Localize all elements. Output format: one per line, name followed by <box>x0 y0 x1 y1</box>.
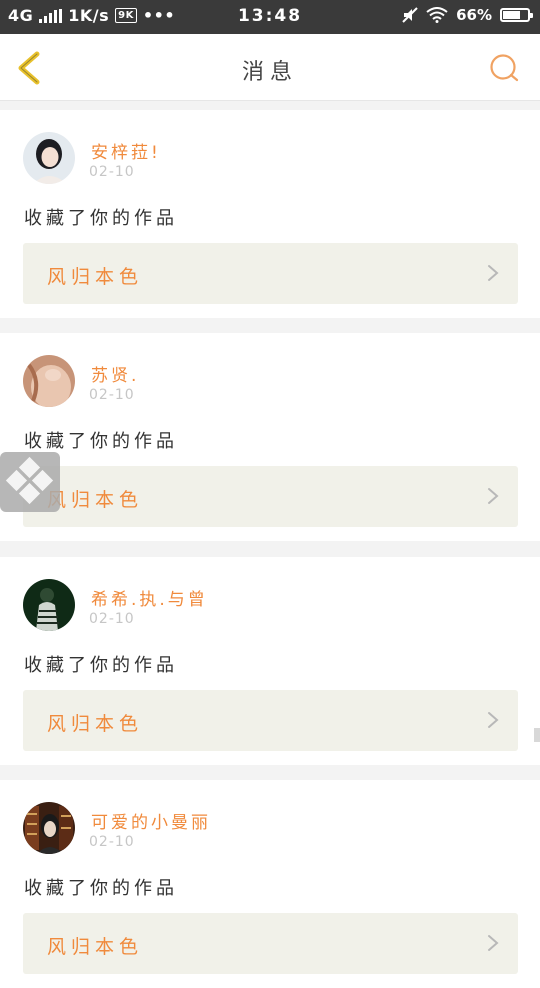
scrollbar[interactable] <box>534 728 540 742</box>
notification-card[interactable]: 苏贤. 02-10 收藏了你的作品 风归本色 <box>0 333 540 541</box>
battery-icon <box>500 8 533 22</box>
chevron-right-icon <box>488 712 499 728</box>
notification-date: 02-10 <box>89 834 135 850</box>
work-title: 风归本色 <box>47 936 144 958</box>
notification-date: 02-10 <box>89 611 135 627</box>
woman-portrait-avatar[interactable] <box>23 132 75 184</box>
chevron-right-icon <box>488 935 499 951</box>
notification-card[interactable]: 可爱的小曼丽 02-10 收藏了你的作品 风归本色 <box>0 780 540 988</box>
notification-card[interactable]: 希希.执.与曾 02-10 收藏了你的作品 风归本色 <box>0 557 540 765</box>
diamond-grid-icon <box>5 456 54 505</box>
work-link[interactable]: 风归本色 <box>23 690 518 751</box>
username[interactable]: 安梓菈! <box>91 138 161 163</box>
work-title: 风归本色 <box>47 489 144 511</box>
notification-action: 收藏了你的作品 <box>24 208 178 229</box>
username[interactable]: 苏贤. <box>91 361 139 386</box>
status-right: 66% <box>402 6 533 24</box>
notification-action: 收藏了你的作品 <box>24 878 178 899</box>
username[interactable]: 希希.执.与曾 <box>91 585 208 610</box>
notification-date: 02-10 <box>89 164 135 180</box>
dark-green-figure-avatar[interactable] <box>23 579 75 631</box>
work-title: 风归本色 <box>47 713 144 735</box>
work-link[interactable]: 风归本色 <box>23 466 518 527</box>
username[interactable]: 可爱的小曼丽 <box>91 808 211 833</box>
floating-assistant-button[interactable] <box>0 452 60 512</box>
notification-action: 收藏了你的作品 <box>24 431 178 452</box>
page-title: 消息 <box>241 60 298 85</box>
search-button[interactable] <box>488 52 520 84</box>
notification-card[interactable]: 安梓菈! 02-10 收藏了你的作品 风归本色 <box>0 110 540 318</box>
status-bar: 4G 1K/s 9K ••• 13:48 66% <box>0 0 540 34</box>
battery-percent: 66% <box>456 6 492 24</box>
mute-icon <box>402 7 418 23</box>
work-link[interactable]: 风归本色 <box>23 243 518 304</box>
library-figure-avatar[interactable] <box>23 802 75 854</box>
navigation-bar: 消息 <box>0 34 540 101</box>
wifi-icon <box>426 7 448 23</box>
chevron-right-icon <box>488 265 499 281</box>
notification-action: 收藏了你的作品 <box>24 655 178 676</box>
chevron-right-icon <box>488 488 499 504</box>
peach-portrait-avatar[interactable] <box>23 355 75 407</box>
work-link[interactable]: 风归本色 <box>23 913 518 974</box>
work-title: 风归本色 <box>47 266 144 288</box>
notification-date: 02-10 <box>89 387 135 403</box>
search-icon <box>490 54 519 82</box>
